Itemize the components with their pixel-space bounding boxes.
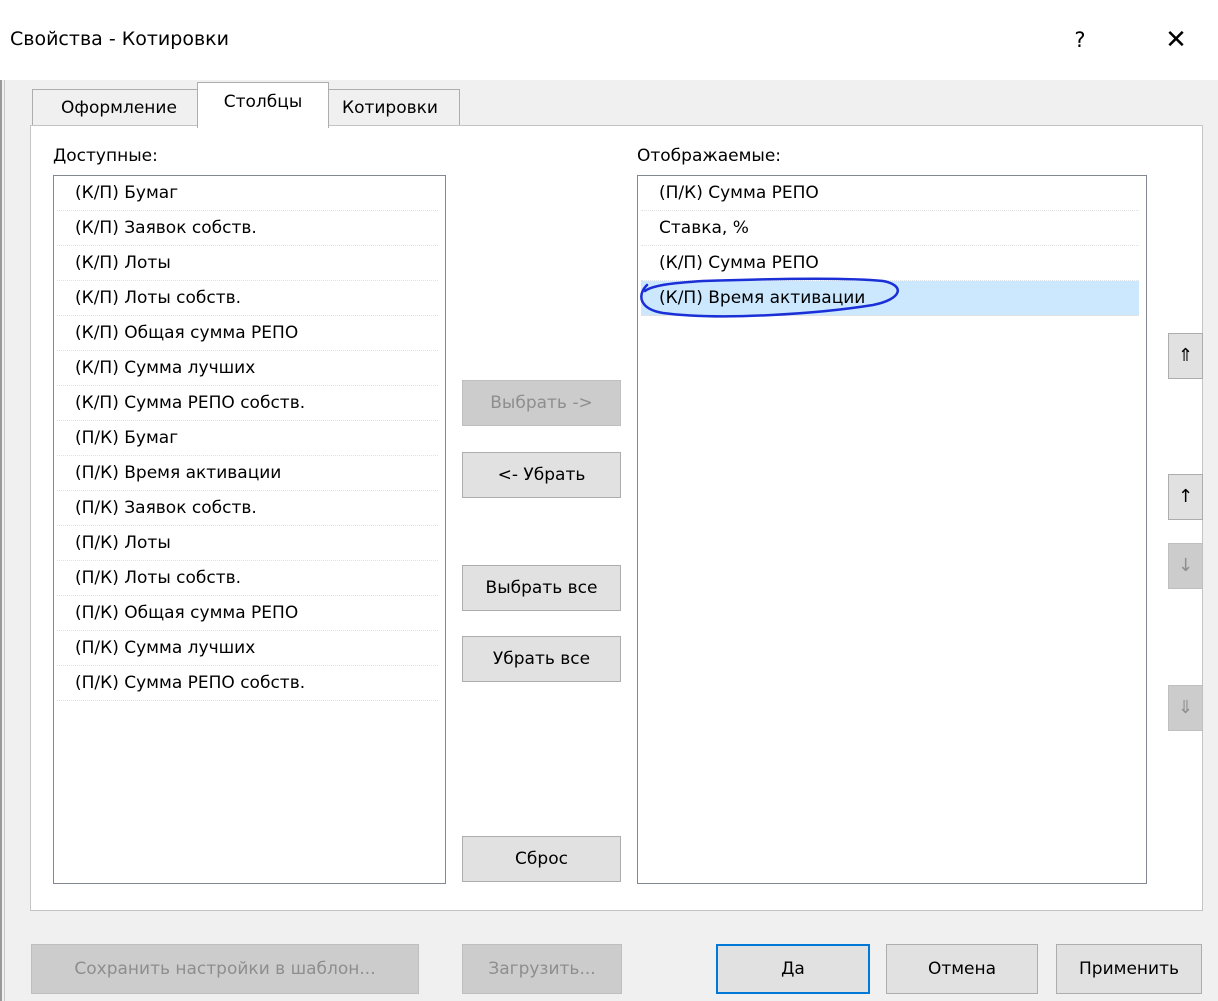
remove-button[interactable]: <- Убрать xyxy=(462,452,621,498)
select-button[interactable]: Выбрать -> xyxy=(462,380,621,426)
available-item[interactable]: (П/К) Заявок собств. xyxy=(57,491,438,526)
window-left-edge xyxy=(0,0,2,1001)
available-item[interactable]: (К/П) Общая сумма РЕПО xyxy=(57,316,438,351)
available-list[interactable]: (К/П) Бумаг (К/П) Заявок собств. (К/П) Л… xyxy=(53,175,446,884)
available-item[interactable]: (П/К) Сумма лучших xyxy=(57,631,438,666)
move-down-button[interactable]: ↓ xyxy=(1168,543,1203,589)
move-to-top-button[interactable]: ⇑ xyxy=(1168,333,1203,379)
apply-button[interactable]: Применить xyxy=(1056,944,1202,994)
window-left-edge-line xyxy=(4,0,5,1001)
annotation-circle xyxy=(640,277,899,318)
displayed-item-selected[interactable]: (К/П) Время активации xyxy=(640,277,1139,318)
available-item[interactable]: (П/К) Бумаг xyxy=(57,421,438,456)
tab-appearance[interactable]: Оформление xyxy=(32,89,206,126)
move-to-bottom-button[interactable]: ⇓ xyxy=(1168,685,1203,731)
arrow-up-icon: ↑ xyxy=(1177,486,1194,507)
save-template-button[interactable]: Сохранить настройки в шаблон... xyxy=(31,944,419,994)
displayed-item[interactable]: Ставка, % xyxy=(641,211,1139,246)
cancel-button[interactable]: Отмена xyxy=(886,944,1038,994)
displayed-label: Отображаемые: xyxy=(637,146,782,166)
dialog-titlebar: Свойства - Котировки ? ✕ xyxy=(0,0,1218,80)
close-button[interactable]: ✕ xyxy=(1156,22,1196,58)
available-item[interactable]: (П/К) Лоты xyxy=(57,526,438,561)
help-button[interactable]: ? xyxy=(1062,22,1098,58)
available-label: Доступные: xyxy=(53,146,158,166)
select-all-button[interactable]: Выбрать все xyxy=(462,565,621,611)
dialog-title: Свойства - Котировки xyxy=(10,28,229,50)
tab-columns[interactable]: Столбцы xyxy=(197,82,329,128)
displayed-item[interactable]: (П/К) Сумма РЕПО xyxy=(641,176,1139,211)
available-item[interactable]: (К/П) Заявок собств. xyxy=(57,211,438,246)
available-item[interactable]: (К/П) Бумаг xyxy=(57,176,438,211)
tab-quotes[interactable]: Котировки xyxy=(320,89,460,126)
remove-all-button[interactable]: Убрать все xyxy=(462,636,621,682)
available-item[interactable]: (П/К) Время активации xyxy=(57,456,438,491)
load-button[interactable]: Загрузить... xyxy=(462,944,622,994)
move-up-button[interactable]: ↑ xyxy=(1168,474,1203,520)
available-item[interactable]: (К/П) Лоты xyxy=(57,246,438,281)
available-item[interactable]: (К/П) Сумма РЕПО собств. xyxy=(57,386,438,421)
double-arrow-up-icon: ⇑ xyxy=(1177,345,1194,366)
arrow-down-icon: ↓ xyxy=(1177,555,1194,576)
available-item[interactable]: (К/П) Сумма лучших xyxy=(57,351,438,386)
available-item[interactable]: (П/К) Общая сумма РЕПО xyxy=(57,596,438,631)
available-item[interactable]: (К/П) Лоты собств. xyxy=(57,281,438,316)
ok-button[interactable]: Да xyxy=(716,944,870,994)
double-arrow-down-icon: ⇓ xyxy=(1177,697,1194,718)
available-item[interactable]: (П/К) Сумма РЕПО собств. xyxy=(57,666,438,701)
displayed-list[interactable]: (П/К) Сумма РЕПО Ставка, % (К/П) Сумма Р… xyxy=(637,175,1147,884)
reset-button[interactable]: Сброс xyxy=(462,836,621,882)
available-item[interactable]: (П/К) Лоты собств. xyxy=(57,561,438,596)
